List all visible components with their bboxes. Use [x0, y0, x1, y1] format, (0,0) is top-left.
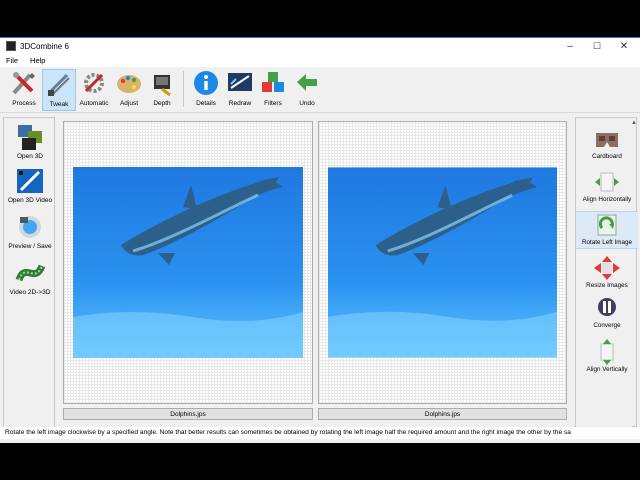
align-vertically-button[interactable]: Align Vertically: [576, 339, 638, 373]
filters-icon: [259, 69, 287, 97]
menu-bar: File Help: [0, 55, 640, 67]
cardboard-label: Cardboard: [592, 153, 622, 160]
align-horizontally-button[interactable]: Align Horizontally: [576, 169, 638, 203]
converge-button[interactable]: Converge: [576, 295, 638, 329]
app-icon: [6, 41, 16, 51]
redraw-button[interactable]: Redraw: [223, 69, 257, 111]
preview-save-button[interactable]: Preview / Save: [4, 212, 56, 250]
open-3d-video-icon: [15, 166, 45, 196]
align-vertical-icon: [593, 339, 621, 365]
left-image-view[interactable]: [63, 121, 313, 404]
preview-save-label: Preview / Save: [8, 243, 52, 250]
converge-label: Converge: [593, 322, 621, 329]
automatic-label: Automatic: [79, 100, 109, 107]
right-dolphin-image: [328, 167, 557, 358]
redraw-icon: [226, 69, 254, 97]
cardboard-icon: [593, 126, 621, 152]
left-filename: Dolphins.jps: [63, 408, 313, 420]
depth-icon: [148, 69, 176, 97]
video-2d-3d-label: Video 2D->3D: [9, 289, 51, 296]
maximize-button[interactable]: ☐: [583, 38, 611, 55]
toolbar-separator: [183, 71, 184, 107]
details-label: Details: [196, 100, 216, 107]
menu-file[interactable]: File: [6, 55, 18, 67]
video-2d-3d-icon: [15, 258, 45, 288]
open-3d-icon: [15, 122, 45, 152]
info-icon: [192, 69, 220, 97]
app-window: 3DCombine 6 – ☐ ✕ File Help Process Twea…: [0, 37, 640, 443]
redraw-label: Redraw: [228, 100, 252, 107]
close-button[interactable]: ✕: [610, 38, 638, 55]
right-filename: Dolphins.jps: [318, 408, 567, 420]
adjust-label: Adjust: [119, 100, 139, 107]
toolbar: Process Tweak Automatic Adjust Depth Det…: [0, 67, 640, 113]
undo-button[interactable]: Undo: [290, 69, 324, 111]
filters-label: Filters: [264, 100, 282, 107]
converge-icon: [593, 295, 621, 321]
process-label: Process: [12, 100, 36, 107]
status-text: Rotate the left image clockwise by a spe…: [5, 429, 571, 436]
tweak-label: Tweak: [49, 101, 69, 108]
filters-button[interactable]: Filters: [256, 69, 290, 111]
open-3d-video-label: Open 3D Video: [7, 197, 53, 204]
adjust-button[interactable]: Adjust: [112, 69, 146, 111]
open-3d-video-button[interactable]: Open 3D Video: [4, 166, 56, 204]
depth-label: Depth: [153, 100, 171, 107]
status-bar: Rotate the left image clockwise by a spe…: [0, 427, 640, 439]
minimize-button[interactable]: –: [556, 38, 584, 55]
process-button[interactable]: Process: [7, 69, 41, 111]
open-3d-label: Open 3D: [16, 153, 44, 160]
automatic-button[interactable]: Automatic: [77, 69, 111, 111]
resize-images-label: Resize Images: [586, 282, 628, 289]
title-bar: 3DCombine 6 – ☐ ✕: [0, 37, 640, 55]
preview-save-icon: [15, 212, 45, 242]
open-3d-button[interactable]: Open 3D: [4, 122, 56, 160]
left-dolphin-image: [73, 167, 303, 358]
video-2d-3d-button[interactable]: Video 2D->3D: [4, 258, 56, 296]
rotate-left-image-label: Rotate Left Image: [581, 239, 633, 246]
process-icon: [10, 69, 38, 97]
menu-help[interactable]: Help: [30, 55, 45, 67]
depth-button[interactable]: Depth: [145, 69, 179, 111]
right-image-view[interactable]: [318, 121, 567, 404]
tweak-button[interactable]: Tweak: [42, 69, 76, 111]
left-panel: Open 3D Open 3D Video Preview / Save Vid…: [3, 117, 55, 435]
tweak-icon: [45, 70, 73, 98]
details-button[interactable]: Details: [189, 69, 223, 111]
rotate-icon: [593, 212, 621, 238]
palette-icon: [115, 69, 143, 97]
align-horizontal-icon: [593, 169, 621, 195]
automatic-icon: [80, 69, 108, 97]
resize-images-button[interactable]: Resize Images: [576, 255, 638, 289]
resize-icon: [593, 255, 621, 281]
undo-label: Undo: [299, 100, 315, 107]
window-title: 3DCombine 6: [20, 42, 69, 51]
undo-icon: [293, 69, 321, 97]
rotate-left-image-button[interactable]: Rotate Left Image: [576, 211, 638, 249]
align-vertically-label: Align Vertically: [586, 366, 628, 373]
cardboard-button[interactable]: Cardboard: [576, 126, 638, 160]
align-horizontally-label: Align Horizontally: [582, 196, 632, 203]
right-panel: ▲ Cardboard Align Horizontally Rotate Le…: [575, 117, 638, 435]
